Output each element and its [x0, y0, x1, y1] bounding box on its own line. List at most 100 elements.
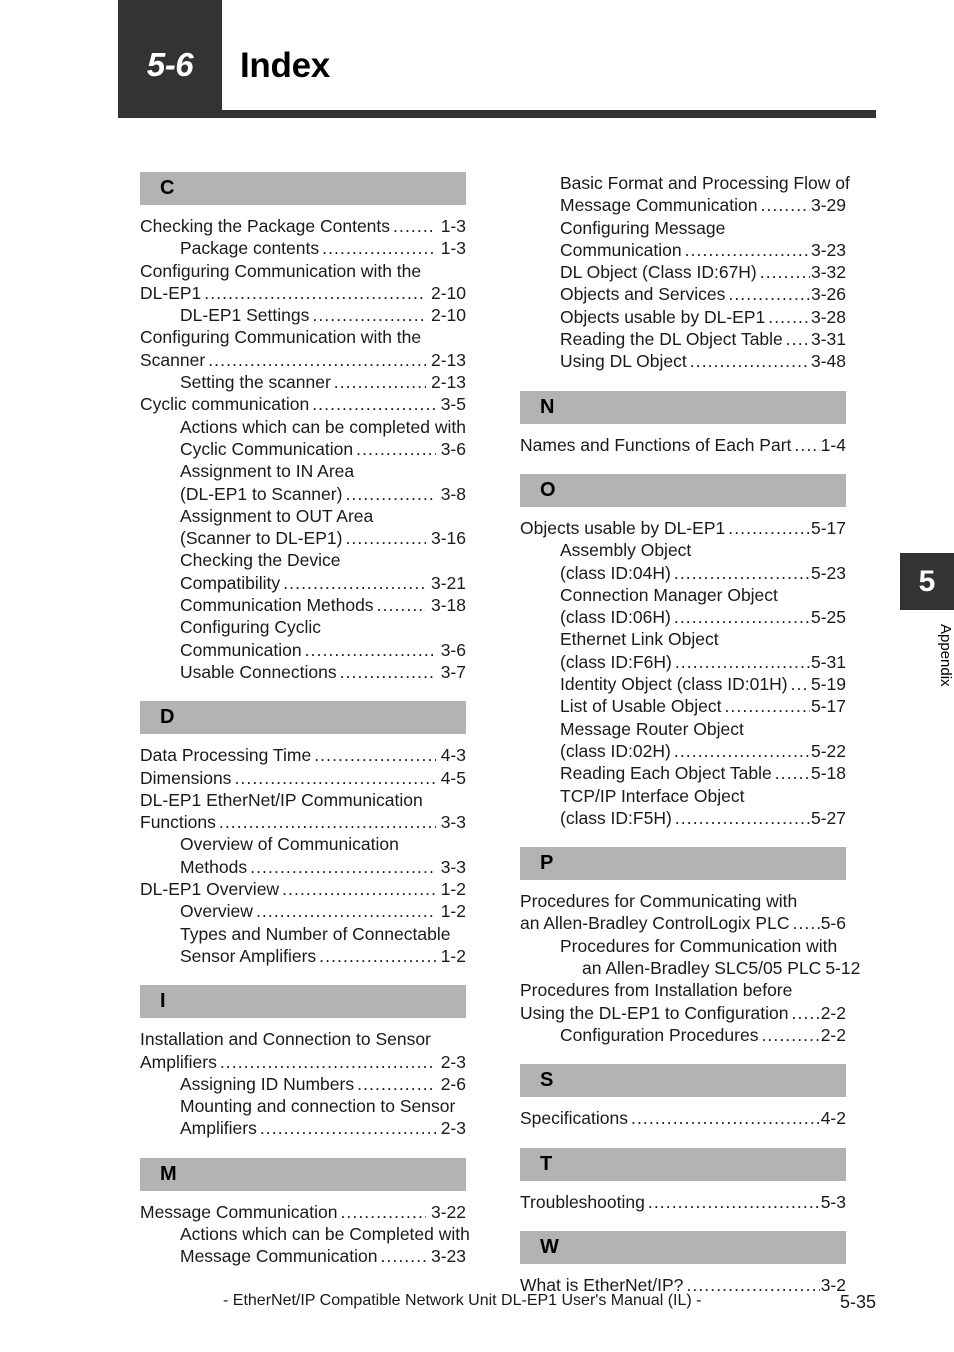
index-entry-page: 1-2 [440, 945, 466, 966]
index-entry-page: 3-3 [440, 856, 466, 877]
index-entry[interactable]: Reading Each Object Table...............… [520, 762, 846, 784]
index-entry[interactable]: Scanner.................................… [140, 349, 466, 371]
dot-leader: ........................................… [724, 696, 810, 717]
dot-leader: ........................................… [674, 807, 810, 828]
index-entry[interactable]: Package contents........................… [140, 237, 466, 259]
index-entry-text: Assigning ID Numbers [180, 1073, 355, 1094]
dot-leader: ........................................… [356, 438, 436, 459]
index-entry-continuation: Procedures from Installation before [520, 979, 846, 1001]
index-entry[interactable]: Compatibility...........................… [140, 572, 466, 594]
dot-leader: ........................................… [380, 1246, 426, 1267]
index-entry-text: Configuration Procedures [560, 1024, 759, 1045]
index-entry-page: 3-3 [440, 812, 466, 833]
section-letter: M [160, 1162, 177, 1185]
dot-leader: ........................................… [790, 674, 810, 695]
index-entry[interactable]: Troubleshooting.........................… [520, 1191, 846, 1213]
index-entry-text: Assignment to OUT Area [180, 505, 374, 526]
index-entry[interactable]: Identity Object (class ID:01H)..........… [520, 673, 846, 695]
index-entry[interactable]: DL Object (Class ID:67H)................… [520, 261, 846, 283]
index-entry[interactable]: Objects and Services....................… [520, 283, 846, 305]
index-entry[interactable]: Message Communication...................… [520, 194, 846, 216]
index-entry-text: Configuring Cyclic [180, 617, 322, 638]
index-entry[interactable]: Specifications..........................… [520, 1107, 846, 1129]
index-entry[interactable]: an Allen-Bradley ControlLogix PLC.......… [520, 912, 846, 934]
section-letter: D [160, 706, 175, 729]
index-entry[interactable]: Names and Functions of Each Part........… [520, 434, 846, 456]
index-entry[interactable]: (class ID:02H)..........................… [520, 740, 846, 762]
index-entry-continuation: TCP/IP Interface Object [520, 785, 846, 807]
index-entry[interactable]: Dimensions..............................… [140, 767, 466, 789]
index-entry[interactable]: Cyclic Communication....................… [140, 438, 466, 460]
index-entry[interactable]: Amplifiers..............................… [140, 1051, 466, 1073]
index-entry[interactable]: an Allen-Bradley SLC5/05 PLC............… [520, 957, 860, 979]
section-letter-bar-c: C [140, 172, 466, 205]
dot-leader: ........................................… [312, 394, 436, 415]
index-entry[interactable]: DL-EP1 Settings.........................… [140, 304, 466, 326]
index-entry[interactable]: Checking the Package Contents...........… [140, 215, 466, 237]
index-entry[interactable]: Assigning ID Numbers....................… [140, 1073, 466, 1095]
index-entry-page: 3-16 [430, 528, 466, 549]
index-entry-continuation: Configuring Message [520, 217, 846, 239]
index-entry[interactable]: Message Communication...................… [140, 1201, 466, 1223]
index-entry-page: 5-23 [810, 562, 846, 583]
index-entry[interactable]: (Scanner to DL-EP1).....................… [140, 527, 466, 549]
index-entry-text: (class ID:F6H) [560, 651, 672, 672]
dot-leader: ........................................… [283, 572, 426, 593]
index-entry[interactable]: DL-EP1 Overview.........................… [140, 878, 466, 900]
index-entry[interactable]: Message Communication...................… [140, 1245, 466, 1267]
index-entry[interactable]: Reading the DL Object Table.............… [520, 328, 846, 350]
section-letter-bar-d: D [140, 701, 466, 735]
index-entry-list: Data Processing Time....................… [140, 744, 466, 967]
index-entry[interactable]: (class ID:06H)..........................… [520, 606, 846, 628]
index-entry[interactable]: (class ID:F5H)..........................… [520, 807, 846, 829]
index-entry-continuation: DL-EP1 EtherNet/IP Communication [140, 789, 466, 811]
index-entry[interactable]: Communication Methods...................… [140, 594, 466, 616]
index-entry[interactable]: Usable Connections......................… [140, 661, 466, 683]
index-entry[interactable]: Objects usable by DL-EP1................… [520, 517, 846, 539]
dot-leader: ........................................… [684, 239, 810, 260]
index-entry-text: Overview [180, 901, 253, 922]
index-entry-page: 4-3 [440, 745, 466, 766]
index-entry[interactable]: Communication...........................… [140, 639, 466, 661]
index-entry[interactable]: (DL-EP1 to Scanner).....................… [140, 483, 466, 505]
index-entry[interactable]: DL-EP1..................................… [140, 282, 466, 304]
index-entry[interactable]: (class ID:F6H)..........................… [520, 651, 846, 673]
index-entry-text: Reading the DL Object Table [560, 329, 783, 350]
index-entry[interactable]: Sensor Amplifiers.......................… [140, 945, 466, 967]
index-entry[interactable]: Objects usable by DL-EP1................… [520, 306, 846, 328]
index-entry[interactable]: Communication...........................… [520, 239, 846, 261]
header-rule [118, 110, 876, 118]
index-entry-text: Functions [140, 812, 216, 833]
index-entry-text: Amplifiers [140, 1051, 217, 1072]
index-entry[interactable]: Cyclic communication....................… [140, 393, 466, 415]
dot-leader: ........................................… [761, 1024, 819, 1045]
index-entry-text: Message Communication [180, 1246, 378, 1267]
side-tab-badge: 5 [900, 553, 954, 610]
dot-leader: ........................................… [673, 562, 810, 583]
dot-leader: ........................................… [630, 1108, 820, 1129]
index-entry-text: DL Object (Class ID:67H) [560, 262, 757, 283]
index-entry[interactable]: Configuration Procedures................… [520, 1024, 846, 1046]
index-entry-text: Message Communication [140, 1201, 338, 1222]
index-entry[interactable]: Overview................................… [140, 900, 466, 922]
section-letter-bar-t: T [520, 1147, 846, 1181]
index-entry[interactable]: List of Usable Object...................… [520, 695, 846, 717]
footer-page-number: 5-35 [839, 1292, 876, 1312]
index-entry-page: 2-2 [820, 1002, 846, 1023]
index-entry[interactable]: Using the DL-EP1 to Configuration.......… [520, 1002, 846, 1024]
index-entry-page: 3-5 [440, 394, 466, 415]
index-entry[interactable]: Using DL Object.........................… [520, 350, 846, 372]
dot-leader: ........................................… [774, 763, 810, 784]
index-entry[interactable]: Amplifiers..............................… [140, 1117, 466, 1139]
page-footer: - EtherNet/IP Compatible Network Unit DL… [118, 1292, 876, 1332]
index-entry-continuation: Actions which can be Completed with [140, 1223, 470, 1245]
dot-leader: ........................................… [673, 740, 810, 761]
index-entry[interactable]: Functions...............................… [140, 811, 466, 833]
index-entry[interactable]: (class ID:04H)..........................… [520, 562, 846, 584]
index-entry[interactable]: Methods.................................… [140, 856, 466, 878]
index-entry[interactable]: Data Processing Time....................… [140, 744, 466, 766]
index-entry-page: 5-17 [810, 696, 846, 717]
index-entry[interactable]: Setting the scanner.....................… [140, 371, 466, 393]
index-entry-text: Objects usable by DL-EP1 [520, 517, 726, 538]
